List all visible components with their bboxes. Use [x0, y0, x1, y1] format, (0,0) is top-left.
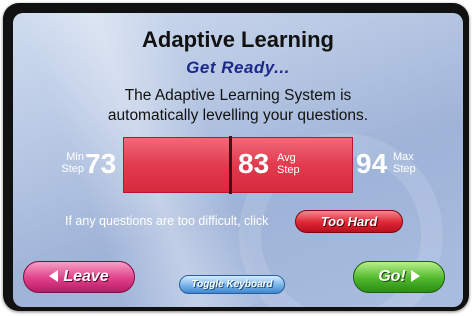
min-label-line1: Min — [66, 151, 84, 163]
too-hard-label: Too Hard — [320, 214, 378, 229]
avg-label-line1: Avg — [277, 152, 296, 164]
toggle-keyboard-button[interactable]: Toggle Keyboard — [179, 275, 285, 294]
go-button[interactable]: Go! — [353, 261, 445, 293]
avg-step-marker — [229, 136, 232, 194]
leave-button[interactable]: Leave — [23, 261, 135, 293]
avg-step-value: 83 — [238, 148, 270, 179]
avg-label-line2: Step — [277, 164, 300, 176]
description: The Adaptive Learning System is automati… — [13, 86, 463, 126]
max-step-label: Max Step — [393, 151, 416, 175]
max-label-line2: Step — [393, 163, 416, 175]
min-step-label: Min Step — [58, 151, 84, 175]
go-label: Go! — [378, 268, 406, 285]
too-hard-button[interactable]: Too Hard — [295, 210, 403, 233]
arrow-left-icon — [49, 270, 59, 282]
max-label-line1: Max — [393, 151, 414, 163]
min-step-value: 73 — [85, 148, 117, 179]
step-range-bar: 83 Avg Step — [123, 136, 353, 194]
toggle-keyboard-label: Toggle Keyboard — [191, 279, 273, 290]
too-hard-hint: If any questions are too difficult, clic… — [65, 214, 269, 228]
min-label-line2: Step — [61, 163, 84, 175]
dialog-title: Adaptive Learning — [142, 27, 334, 52]
max-step-value: 94 — [356, 148, 388, 179]
avg-step-label: Avg Step — [277, 152, 300, 176]
dialog-frame: Adaptive Learning Get Ready... The Adapt… — [3, 3, 469, 311]
description-line-1: The Adaptive Learning System is — [124, 87, 352, 104]
adaptive-learning-panel: Adaptive Learning Get Ready... The Adapt… — [13, 13, 463, 307]
arrow-right-icon — [410, 270, 420, 282]
description-line-2: automatically levelling your questions. — [107, 107, 369, 124]
get-ready-heading: Get Ready... — [186, 58, 290, 77]
leave-label: Leave — [63, 268, 109, 285]
